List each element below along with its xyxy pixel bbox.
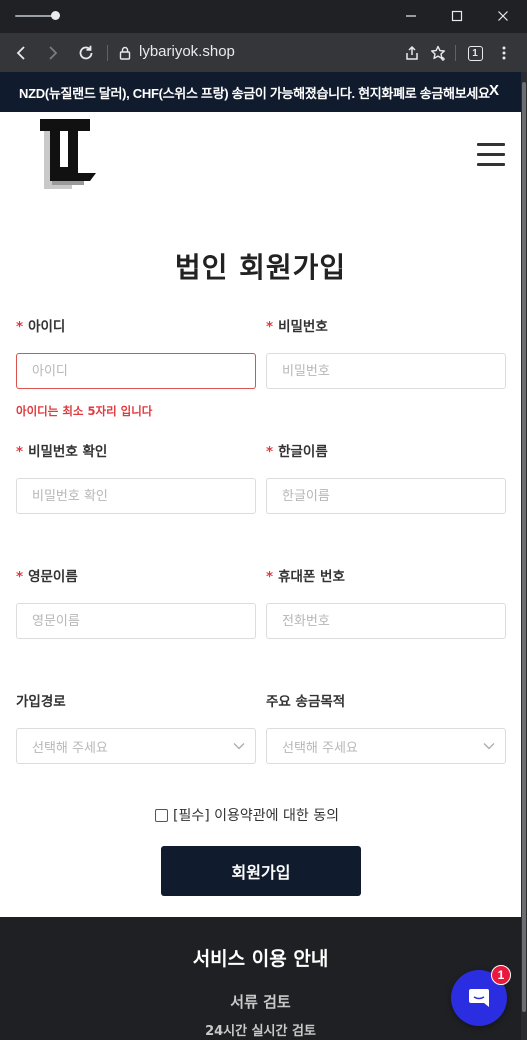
phone-label-text: 휴대폰 번호: [278, 569, 345, 585]
more-menu-icon[interactable]: [492, 41, 516, 65]
id-label-text: 아이디: [28, 319, 66, 335]
required-mark: *: [16, 569, 24, 585]
tab-count-badge: 1: [467, 45, 483, 61]
tab-switcher-button[interactable]: 1: [463, 41, 487, 65]
lock-icon[interactable]: [113, 41, 137, 65]
korean-name-input[interactable]: [266, 478, 506, 514]
required-mark: *: [266, 569, 274, 585]
hamburger-menu-icon[interactable]: [476, 143, 506, 167]
chevron-down-icon: [233, 743, 245, 750]
id-label: * 아이디: [16, 315, 65, 335]
password-label: * 비밀번호: [266, 315, 328, 335]
browser-titlebar: [0, 0, 527, 33]
required-mark: *: [266, 319, 274, 335]
site-logo[interactable]: [38, 115, 100, 189]
notice-close-button[interactable]: X: [489, 82, 499, 99]
english-name-input[interactable]: [16, 603, 256, 639]
terms-agreement[interactable]: [필수] 이용약관에 대한 동의: [155, 805, 339, 825]
menu-line: [477, 143, 505, 146]
maximize-icon[interactable]: [445, 4, 469, 28]
terms-checkbox[interactable]: [155, 808, 168, 822]
notice-text: NZD(뉴질랜드 달러), CHF(스위스 프랑) 송금이 가능해졌습니다. 현…: [19, 85, 490, 101]
slider-knob[interactable]: [51, 11, 60, 20]
signup-route-select[interactable]: 선택해 주세요: [16, 728, 256, 764]
password-confirm-label-text: 비밀번호 확인: [28, 444, 108, 460]
menu-line: [477, 153, 505, 156]
id-error-message: 아이디는 최소 5자리 입니다: [16, 404, 153, 418]
password-confirm-label: * 비밀번호 확인: [16, 440, 107, 460]
english-name-label-text: 영문이름: [28, 569, 78, 585]
password-label-text: 비밀번호: [278, 319, 328, 335]
remit-purpose-label: 주요 송금목적: [266, 694, 346, 710]
share-icon[interactable]: [400, 41, 424, 65]
remit-purpose-select[interactable]: 선택해 주세요: [266, 728, 506, 764]
page-title: 법인 회원가입: [174, 251, 347, 284]
required-mark: *: [266, 444, 274, 460]
toolbar-divider: [107, 45, 108, 61]
phone-label: * 휴대폰 번호: [266, 565, 345, 585]
browser-toolbar: lybariyok.shop 1: [0, 33, 527, 72]
bookmark-star-icon[interactable]: [426, 41, 450, 65]
signup-route-value: 선택해 주세요: [32, 740, 108, 756]
web-page: NZD(뉴질랜드 달러), CHF(스위스 프랑) 송금이 가능해졌습니다. 현…: [0, 72, 521, 1040]
id-input[interactable]: [16, 353, 256, 389]
footer: 서비스 이용 안내 서류 검토 24시간 실시간 검토: [0, 917, 521, 1040]
forward-arrow-icon[interactable]: [40, 41, 64, 65]
address-bar[interactable]: lybariyok.shop: [139, 43, 235, 60]
required-mark: *: [16, 444, 24, 460]
korean-name-label: * 한글이름: [266, 440, 328, 460]
back-arrow-icon[interactable]: [10, 41, 34, 65]
signup-route-label: 가입경로: [16, 694, 66, 710]
footer-title: 서비스 이용 안내: [192, 948, 329, 970]
chat-bubble-icon: [469, 989, 489, 1007]
remit-purpose-value: 선택해 주세요: [282, 740, 358, 756]
chevron-down-icon: [483, 743, 495, 750]
english-name-label: * 영문이름: [16, 565, 78, 585]
menu-line: [477, 163, 505, 166]
reload-icon[interactable]: [74, 41, 98, 65]
signup-button[interactable]: 회원가입: [161, 846, 361, 896]
footer-item-document-review: 서류 검토: [230, 993, 291, 1011]
password-confirm-input[interactable]: [16, 478, 256, 514]
password-input[interactable]: [266, 353, 506, 389]
scrollbar-thumb[interactable]: [522, 82, 526, 1012]
page-scrollbar[interactable]: [521, 72, 527, 1040]
notice-banner: NZD(뉴질랜드 달러), CHF(스위스 프랑) 송금이 가능해졌습니다. 현…: [0, 72, 521, 112]
tab-strip-slider[interactable]: [15, 11, 60, 20]
terms-label[interactable]: [필수] 이용약관에 대한 동의: [173, 805, 339, 825]
phone-input[interactable]: [266, 603, 506, 639]
minimize-icon[interactable]: [399, 4, 423, 28]
toolbar-divider: [455, 45, 456, 61]
footer-item-realtime-review: 24시간 실시간 검토: [205, 1024, 316, 1039]
chat-unread-badge: 1: [491, 965, 511, 985]
close-window-icon[interactable]: [491, 4, 515, 28]
required-mark: *: [16, 319, 24, 335]
korean-name-label-text: 한글이름: [278, 444, 328, 460]
